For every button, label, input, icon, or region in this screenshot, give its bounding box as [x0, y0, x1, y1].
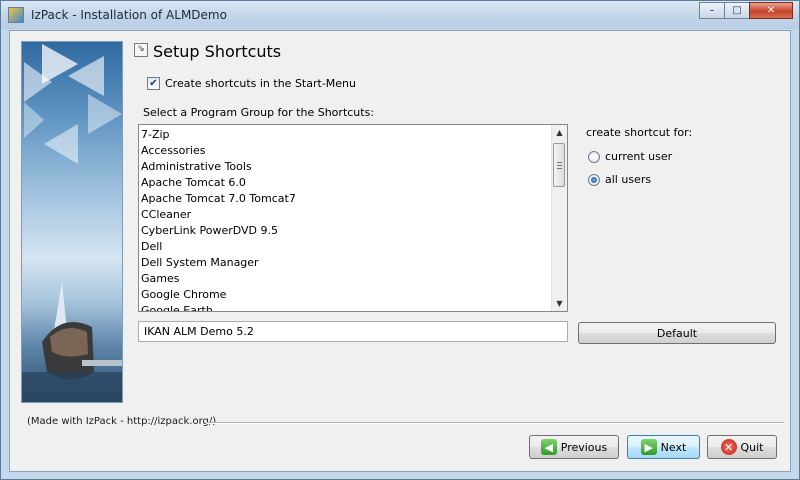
- radio-all-users-row[interactable]: all users: [588, 173, 651, 186]
- panel-title: Setup Shortcuts: [153, 42, 282, 61]
- footer-divider: [206, 422, 784, 424]
- list-item[interactable]: CyberLink PowerDVD 9.5: [141, 223, 296, 239]
- quit-icon: ✕: [720, 439, 737, 455]
- program-group-label: Select a Program Group for the Shortcuts…: [143, 106, 375, 119]
- next-button-label: Next: [660, 440, 687, 454]
- grip-line: [557, 165, 562, 166]
- close-button[interactable]: ✕: [749, 2, 793, 19]
- grip-line: [557, 162, 562, 163]
- start-menu-checkbox-row[interactable]: ✔ Create shortcuts in the Start-Menu: [147, 77, 356, 90]
- app-icon: [8, 7, 24, 23]
- radio-all-users-label[interactable]: all users: [605, 173, 651, 186]
- default-button[interactable]: Default: [578, 322, 776, 344]
- start-menu-checkbox[interactable]: ✔: [147, 77, 160, 90]
- scroll-thumb[interactable]: [553, 143, 565, 187]
- sailing-side-image: [21, 41, 123, 403]
- list-item[interactable]: Apache Tomcat 6.0: [141, 175, 296, 191]
- list-item[interactable]: CCleaner: [141, 207, 296, 223]
- list-item[interactable]: Games: [141, 271, 296, 287]
- minimize-button[interactable]: –: [699, 2, 725, 19]
- start-menu-checkbox-label[interactable]: Create shortcuts in the Start-Menu: [165, 77, 356, 90]
- previous-button[interactable]: ◀ Previous: [529, 435, 619, 459]
- scroll-down-icon[interactable]: ▼: [552, 296, 567, 311]
- list-item[interactable]: Google Earth: [141, 303, 296, 311]
- window-controls: – □ ✕: [699, 2, 793, 19]
- quit-button[interactable]: ✕ Quit: [707, 435, 777, 459]
- scroll-up-icon[interactable]: ▲: [552, 125, 567, 140]
- list-item[interactable]: Dell: [141, 239, 296, 255]
- list-item[interactable]: Administrative Tools: [141, 159, 296, 175]
- installer-window: IzPack - Installation of ALMDemo – □ ✕ ⇘…: [0, 0, 800, 480]
- arrow-decoration-icon: [22, 44, 122, 402]
- program-group-input[interactable]: [138, 321, 568, 342]
- program-group-items: 7-Zip Accessories Administrative Tools Apac…: [141, 127, 296, 311]
- list-item[interactable]: Accessories: [141, 143, 296, 159]
- quit-button-label: Quit: [740, 440, 764, 454]
- radio-all-users[interactable]: [588, 173, 600, 186]
- radio-current-user-label[interactable]: current user: [605, 150, 672, 163]
- arrow-left-icon: ◀: [540, 439, 557, 455]
- radio-current-user[interactable]: [588, 150, 600, 163]
- list-item[interactable]: Apache Tomcat 7.0 Tomcat7: [141, 191, 296, 207]
- made-with-izpack-text: (Made with IzPack - http://izpack.org/): [27, 416, 217, 427]
- list-item[interactable]: 7-Zip: [141, 127, 296, 143]
- grip-line: [557, 168, 562, 169]
- window-title: IzPack - Installation of ALMDemo: [31, 8, 227, 22]
- list-item[interactable]: Google Chrome: [141, 287, 296, 303]
- next-button[interactable]: ▶ Next: [627, 435, 700, 459]
- previous-button-label: Previous: [560, 440, 608, 454]
- shortcut-for-label: create shortcut for:: [586, 126, 693, 139]
- panel-title-icon: ⇘: [134, 43, 148, 57]
- list-scrollbar[interactable]: ▲ ▼: [551, 125, 567, 311]
- radio-current-user-row[interactable]: current user: [588, 150, 672, 163]
- installer-panel: ⇘ Setup Shortcuts ✔ Create shortcuts in …: [9, 30, 791, 472]
- title-bar[interactable]: IzPack - Installation of ALMDemo – □ ✕: [1, 1, 799, 29]
- maximize-button[interactable]: □: [724, 2, 750, 19]
- program-group-list[interactable]: 7-Zip Accessories Administrative Tools Apac…: [138, 124, 568, 312]
- list-item[interactable]: Dell System Manager: [141, 255, 296, 271]
- arrow-right-icon: ▶: [640, 439, 657, 455]
